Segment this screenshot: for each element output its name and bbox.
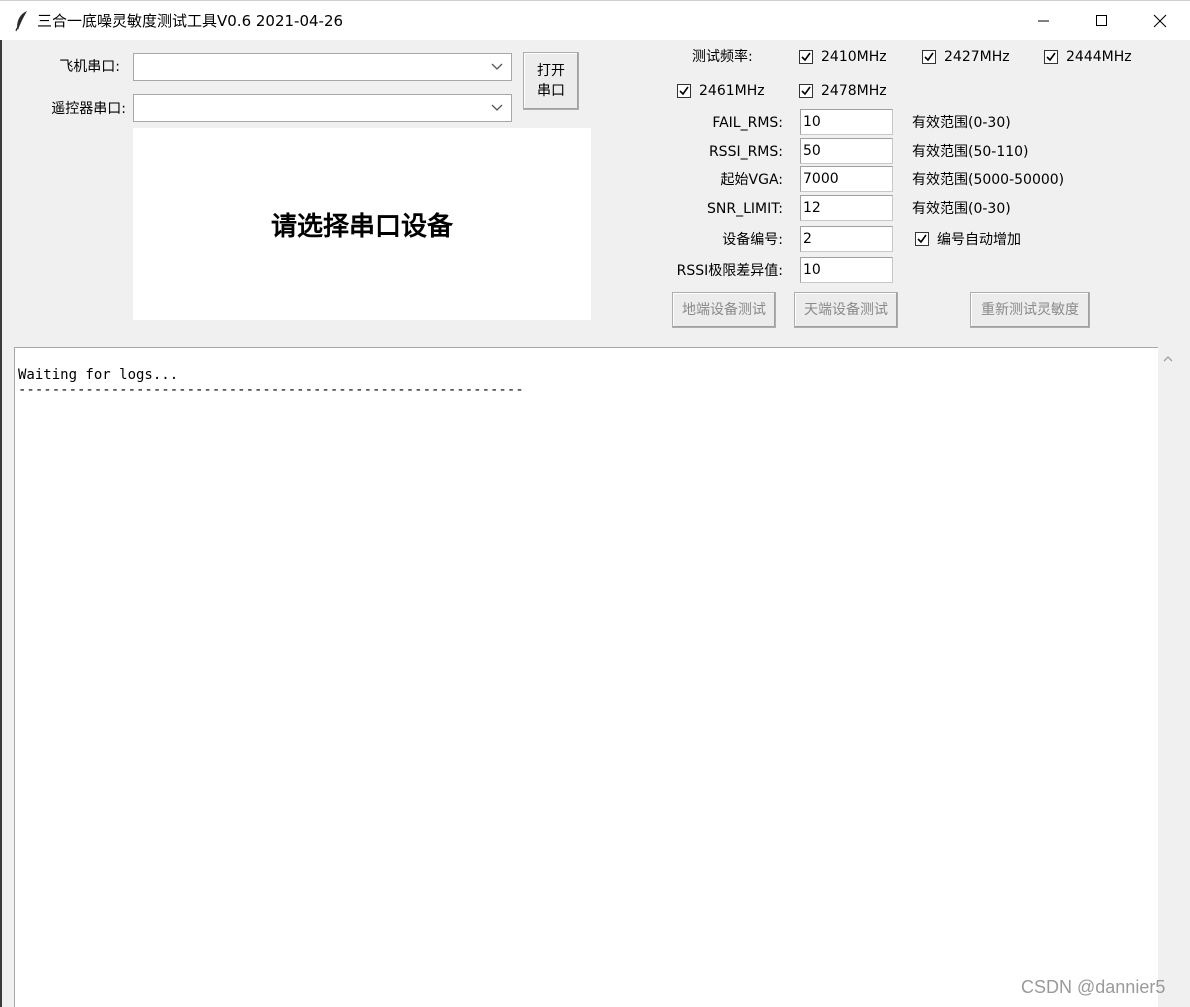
freq-2461-label: 2461MHz [699,83,765,99]
check-icon [801,52,811,62]
log-scrollbar[interactable] [1158,347,1178,1007]
watermark: CSDN @dannier5 [1021,977,1166,997]
aircraft-port-label: 飞机串口: [59,59,120,75]
auto-increment-label: 编号自动增加 [937,232,1021,248]
retest-sensitivity-button[interactable]: 重新测试灵敏度 [970,292,1090,328]
fail-rms-input[interactable]: 10 [800,109,893,135]
check-icon [679,86,689,96]
rssi-rms-label: RSSI_RMS: [708,144,783,160]
device-no-label: 设备编号: [722,232,783,248]
aircraft-port-combobox[interactable] [133,53,512,81]
freq-2410-checkbox[interactable] [799,50,813,64]
log-textarea[interactable]: Waiting for logs... --------------------… [14,347,1158,1007]
auto-increment-checkbox[interactable] [915,232,929,246]
status-message: 请选择串口设备 [270,211,453,242]
device-no-input[interactable]: 2 [800,226,893,252]
freq-2461-checkbox[interactable] [677,84,691,98]
check-icon [1046,52,1056,62]
freq-2427-label: 2427MHz [944,49,1010,65]
freq-2444-label: 2444MHz [1066,49,1132,65]
freq-2410-label: 2410MHz [821,49,887,65]
snr-limit-input[interactable]: 12 [800,195,893,221]
freq-2444-checkbox[interactable] [1044,50,1058,64]
start-vga-label: 起始VGA: [720,172,783,188]
check-icon [917,234,927,244]
freq-2478-checkbox[interactable] [799,84,813,98]
ground-test-button[interactable]: 地端设备测试 [672,292,776,328]
chevron-down-icon [491,63,503,70]
freq-2478-label: 2478MHz [821,83,887,99]
scroll-up-icon[interactable] [1162,352,1174,362]
close-icon [1153,14,1167,28]
snr-limit-label: SNR_LIMIT: [707,201,783,217]
rssi-diff-label: RSSI极限差异值: [676,263,783,279]
fail-rms-label: FAIL_RMS: [712,115,783,131]
maximize-button[interactable] [1073,1,1131,41]
status-panel: 请选择串口设备 [133,128,591,320]
check-icon [924,52,934,62]
chevron-down-icon [491,104,503,111]
check-icon [801,86,811,96]
feather-icon [14,10,30,32]
snr-limit-hint: 有效范围(0-30) [912,201,1011,217]
rssi-diff-input[interactable]: 10 [800,257,893,283]
minimize-button[interactable] [1015,1,1073,41]
start-vga-input[interactable]: 7000 [800,166,893,192]
remote-port-label: 遥控器串口: [51,101,126,117]
start-vga-hint: 有效范围(5000-50000) [912,172,1065,188]
freq-2427-checkbox[interactable] [922,50,936,64]
close-button[interactable] [1131,1,1189,41]
window-border [0,40,2,1007]
remote-port-combobox[interactable] [133,94,512,122]
fail-rms-hint: 有效范围(0-30) [912,115,1011,131]
title-bar: 三合一底噪灵敏度测试工具V0.6 2021-04-26 [0,0,1190,40]
frequency-label: 测试频率: [692,49,753,65]
rssi-rms-input[interactable]: 50 [800,138,893,164]
window-title: 三合一底噪灵敏度测试工具V0.6 2021-04-26 [37,12,344,30]
air-test-button[interactable]: 天端设备测试 [794,292,898,328]
open-port-button[interactable]: 打开 串口 [523,52,579,110]
rssi-rms-hint: 有效范围(50-110) [912,144,1029,160]
